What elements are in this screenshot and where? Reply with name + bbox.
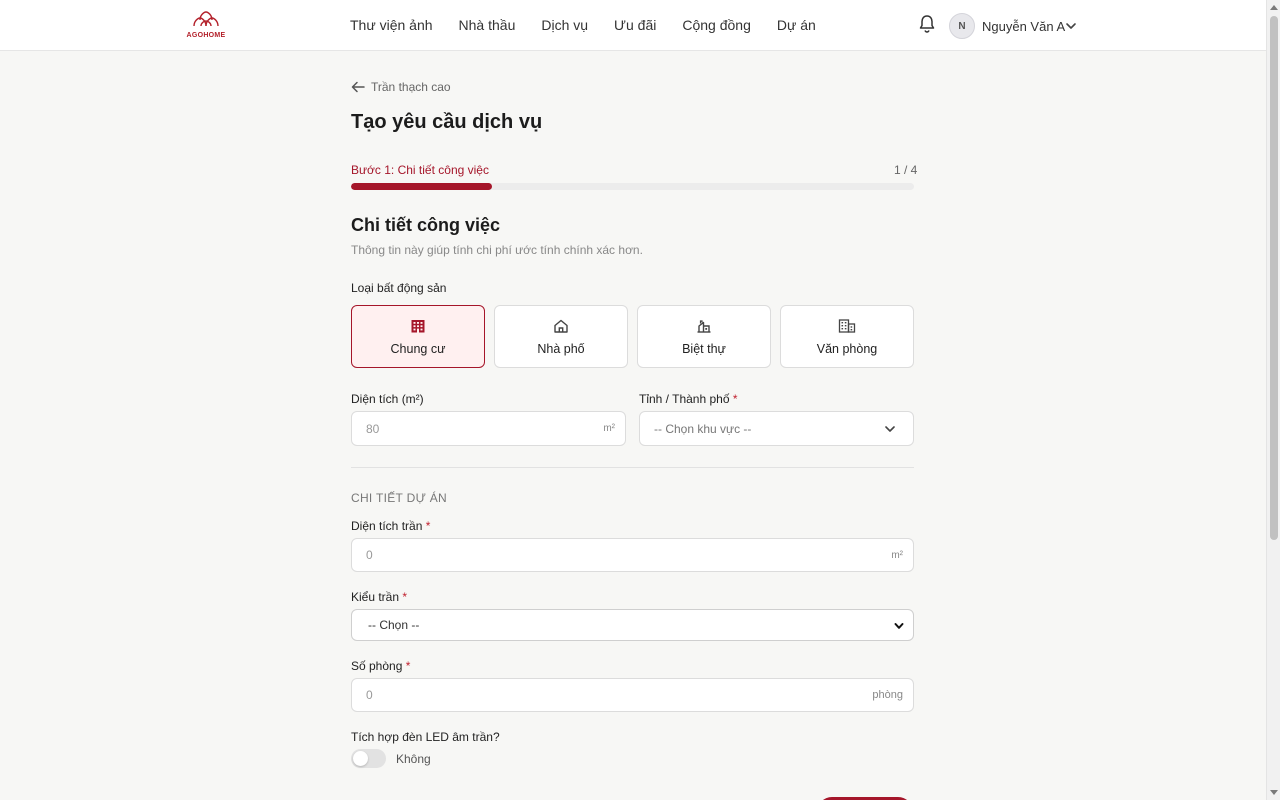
property-type-villa-label: Biệt thự: [682, 341, 726, 356]
page-scrollbar[interactable]: [1266, 0, 1280, 800]
scroll-thumb[interactable]: [1270, 16, 1278, 540]
required-marker: *: [425, 519, 431, 533]
logo-mark-icon: [193, 11, 219, 27]
property-type-office-label: Văn phòng: [816, 341, 878, 356]
property-type-label: Loại bất động sản: [351, 281, 447, 295]
rooms-unit: phòng: [872, 689, 903, 701]
top-header: AGOHOME Thư viện ảnh Nhà thầu Dịch vụ Ưu…: [0, 0, 1266, 51]
property-type-townhouse-label: Nhà phố: [537, 341, 585, 356]
office-icon: [838, 318, 856, 333]
ceiling-area-input[interactable]: 0 m²: [351, 538, 914, 572]
city-placeholder: -- Chọn khu vực --: [654, 421, 752, 436]
ceiling-area-placeholder: 0: [366, 548, 373, 562]
led-toggle-knob: [353, 751, 368, 766]
led-toggle-value: Không: [396, 752, 431, 766]
ceiling-type-select[interactable]: -- Chọn --: [351, 609, 914, 641]
required-marker: *: [732, 392, 738, 406]
section-subtitle: Thông tin này giúp tính chi phí ước tính…: [351, 243, 643, 257]
chevron-down-icon: [894, 623, 904, 629]
bell-icon[interactable]: [918, 14, 936, 34]
property-type-apartment-label: Chung cư: [390, 341, 446, 356]
avatar[interactable]: N: [949, 13, 975, 39]
property-type-apartment[interactable]: Chung cư: [351, 305, 485, 368]
area-label: Diện tích (m²): [351, 392, 424, 406]
property-type-villa[interactable]: Biệt thự: [637, 305, 771, 368]
scroll-up-arrow-icon[interactable]: [1270, 5, 1278, 10]
user-name[interactable]: Nguyễn Văn A: [982, 19, 1065, 34]
city-select[interactable]: -- Chọn khu vực --: [639, 411, 914, 446]
nav-item-promotions[interactable]: Ưu đãi: [614, 17, 656, 33]
nav-item-community[interactable]: Cộng đồng: [682, 17, 751, 33]
chevron-down-icon: [885, 426, 895, 432]
section-divider: [351, 467, 914, 468]
led-label: Tích hợp đèn LED âm trần?: [351, 730, 500, 744]
required-marker: *: [402, 590, 408, 604]
area-input[interactable]: 80 m²: [351, 411, 626, 446]
ceiling-type-label: Kiểu trần *: [351, 590, 408, 604]
ceiling-area-label: Diện tích trần *: [351, 519, 431, 533]
apartment-icon: [411, 319, 425, 332]
arrow-left-icon: [351, 81, 365, 93]
main-nav: Thư viện ảnh Nhà thầu Dịch vụ Ưu đãi Cộn…: [350, 17, 816, 33]
city-label: Tỉnh / Thành phố *: [639, 392, 738, 406]
villa-icon: [697, 319, 711, 333]
brand-name: AGOHOME: [186, 32, 226, 39]
step-progress-bar: [351, 183, 914, 190]
nav-item-services[interactable]: Dịch vụ: [541, 17, 588, 33]
back-link[interactable]: Trần thạch cao: [351, 80, 451, 94]
required-marker: *: [405, 659, 411, 673]
house-icon: [554, 319, 568, 333]
section-title: Chi tiết công việc: [351, 215, 501, 235]
back-link-label: Trần thạch cao: [371, 80, 451, 94]
nav-item-contractors[interactable]: Nhà thầu: [459, 17, 516, 33]
area-placeholder: 80: [366, 421, 380, 436]
rooms-label: Số phòng *: [351, 659, 411, 673]
area-unit: m²: [603, 423, 615, 434]
scroll-down-arrow-icon[interactable]: [1270, 790, 1278, 795]
step-progress-fill: [351, 183, 492, 190]
led-toggle[interactable]: [351, 749, 386, 768]
step-label: Bước 1: Chi tiết công việc: [351, 163, 489, 177]
rooms-placeholder: 0: [366, 688, 373, 702]
agohome-logo[interactable]: AGOHOME: [184, 9, 228, 43]
nav-item-gallery[interactable]: Thư viện ảnh: [350, 17, 433, 33]
property-type-office[interactable]: Văn phòng: [780, 305, 914, 368]
ceiling-area-unit: m²: [891, 549, 903, 561]
project-details-heading: CHI TIẾT DỰ ÁN: [351, 491, 448, 505]
chevron-down-icon[interactable]: [1064, 19, 1078, 33]
step-count: 1 / 4: [894, 163, 918, 177]
page-title: Tạo yêu cầu dịch vụ: [351, 111, 543, 133]
ceiling-type-value: -- Chọn --: [368, 618, 420, 632]
property-type-townhouse[interactable]: Nhà phố: [494, 305, 628, 368]
rooms-input[interactable]: 0 phòng: [351, 678, 914, 712]
nav-item-projects[interactable]: Dự án: [777, 17, 816, 33]
